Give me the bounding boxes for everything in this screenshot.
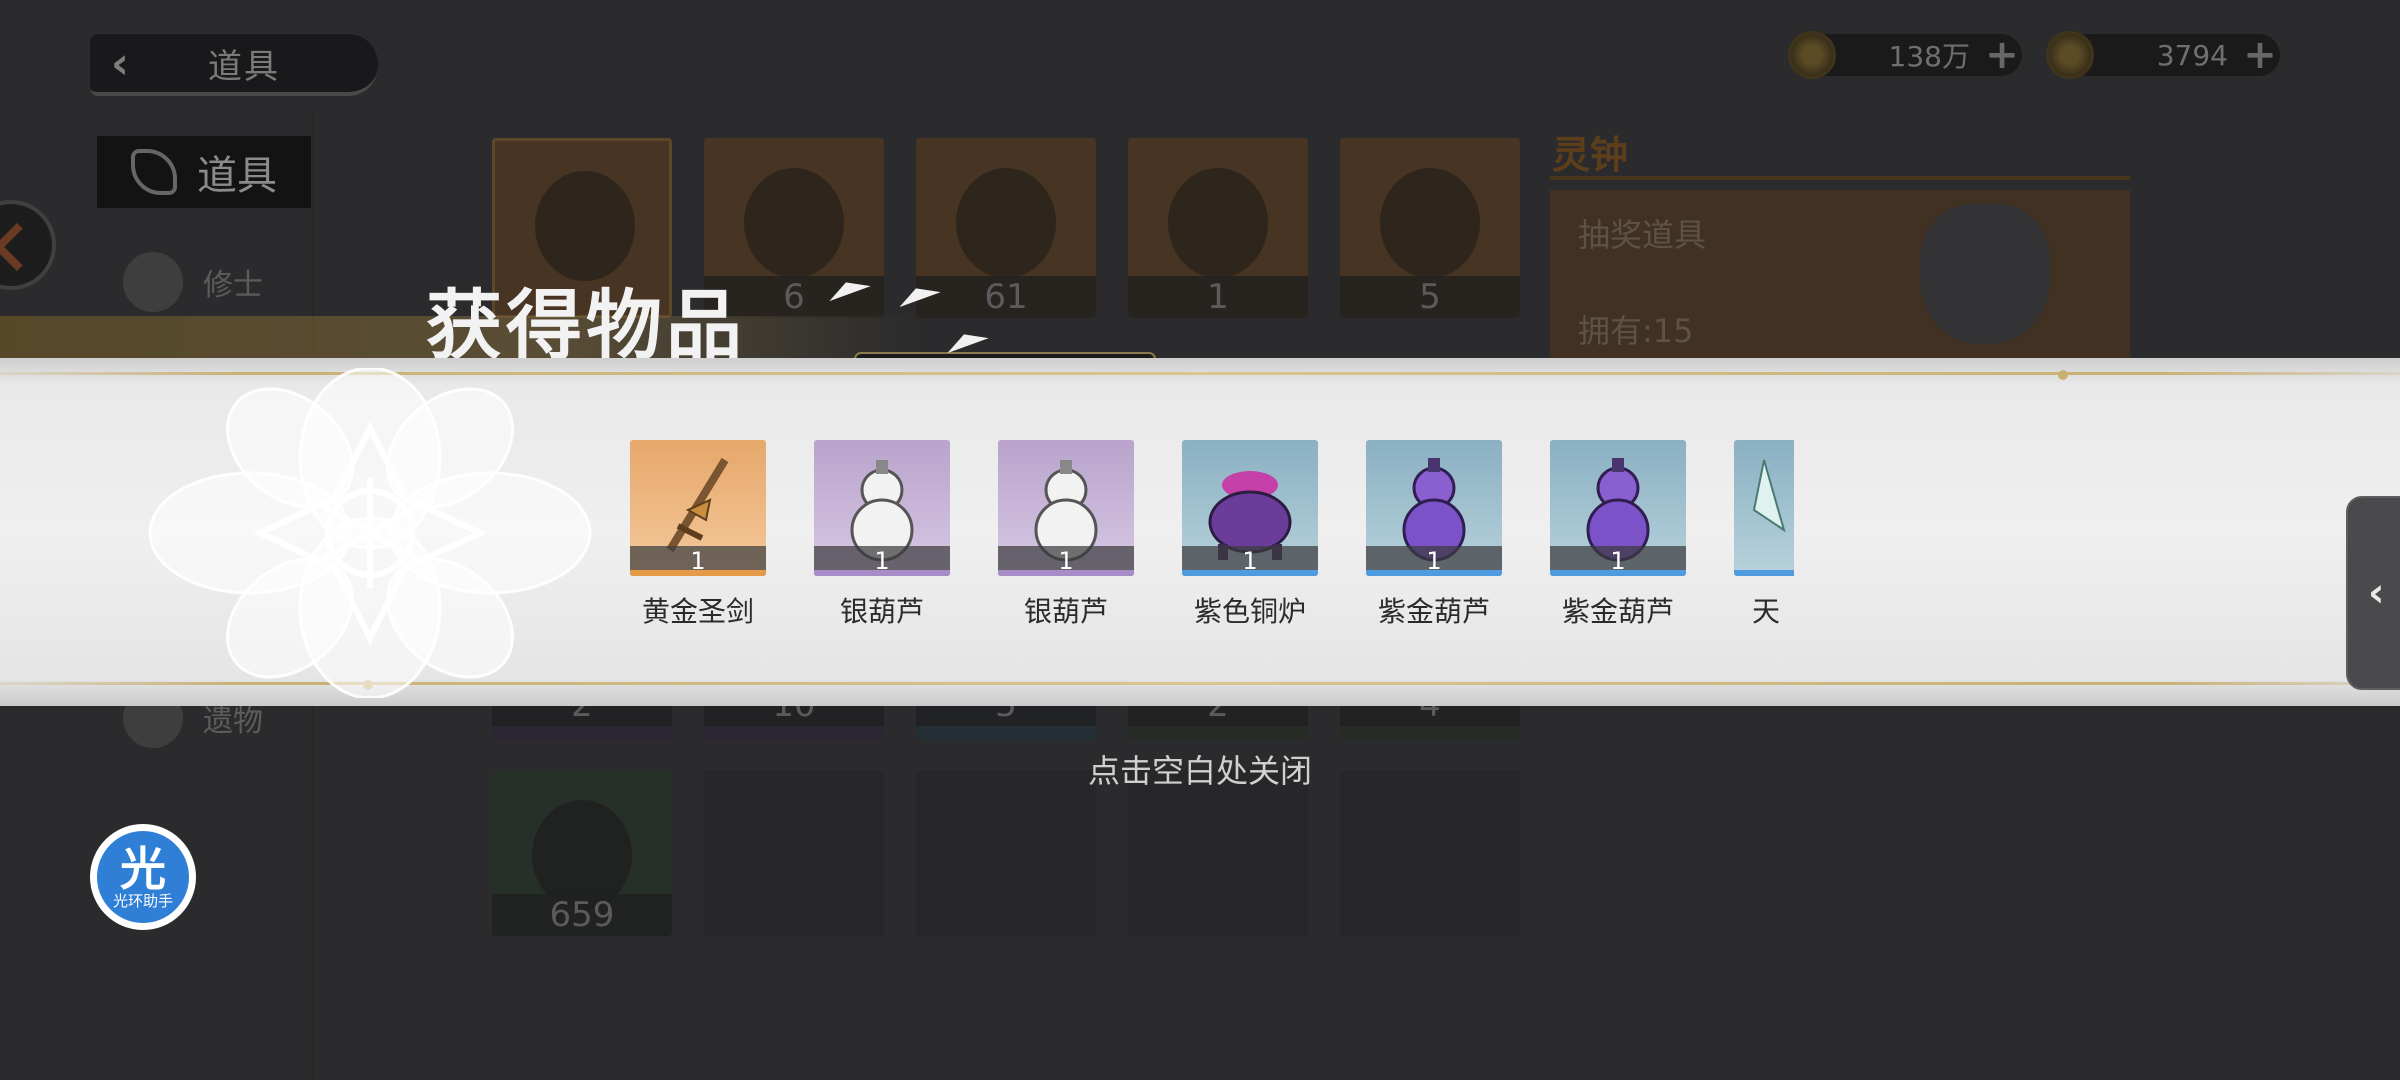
reward-name: 天 xyxy=(1752,595,1781,628)
reward-list[interactable]: 1 黄金圣剑 1 银葫芦 1 银葫芦 1 紫色铜炉 1 紫金葫芦 1 紫金葫芦 … xyxy=(630,440,1794,640)
reward-name: 银葫芦 xyxy=(1023,595,1108,628)
reward-name: 黄金圣剑 xyxy=(641,595,754,628)
rarity-stripe xyxy=(1550,570,1686,576)
reward-name: 紫金葫芦 xyxy=(1377,595,1490,628)
reward-item[interactable]: 1 紫金葫芦 xyxy=(1550,440,1686,630)
rarity-stripe xyxy=(630,570,766,576)
reward-card: 1 xyxy=(1182,440,1318,576)
flower-emblem-icon xyxy=(148,368,592,698)
reward-card: 1 xyxy=(998,440,1134,576)
right-drawer-handle[interactable]: ‹ xyxy=(2346,496,2400,690)
reward-item[interactable]: 1 银葫芦 xyxy=(998,440,1134,630)
reward-item[interactable]: 1 银葫芦 xyxy=(814,440,950,630)
assistant-floating-button[interactable]: 光 光环助手 xyxy=(90,824,196,930)
reward-name: 紫金葫芦 xyxy=(1561,595,1674,628)
game-screen: ‹ 道具 138万 + 3794 + 道具 修士 遗物 6 61 1 5 659… xyxy=(0,0,2400,1080)
reward-item[interactable]: 1 紫色铜炉 xyxy=(1182,440,1318,630)
reward-name: 银葫芦 xyxy=(839,595,924,628)
reward-item[interactable]: 天 xyxy=(1734,440,1794,630)
reward-card: 1 xyxy=(1366,440,1502,576)
reward-name: 紫色铜炉 xyxy=(1193,595,1306,628)
rarity-stripe xyxy=(814,570,950,576)
rarity-stripe xyxy=(998,570,1134,576)
sky-item-icon xyxy=(1752,459,1786,533)
reward-card: 1 xyxy=(630,440,766,576)
assistant-logo-icon: 光 光环助手 xyxy=(97,831,189,923)
reward-item[interactable]: 1 紫金葫芦 xyxy=(1366,440,1502,630)
rarity-stripe xyxy=(1734,570,1794,576)
reward-card xyxy=(1734,440,1794,576)
assistant-logo-char: 光 xyxy=(120,842,166,896)
banner-ornament xyxy=(2058,370,2068,380)
rarity-stripe xyxy=(1182,570,1318,576)
reward-card: 1 xyxy=(814,440,950,576)
rarity-stripe xyxy=(1366,570,1502,576)
chevron-left-icon: ‹ xyxy=(2368,570,2385,616)
assistant-logo-text: 光环助手 xyxy=(112,892,173,910)
close-hint: 点击空白处关闭 xyxy=(1087,752,1312,790)
reward-card: 1 xyxy=(1550,440,1686,576)
reward-item[interactable]: 1 黄金圣剑 xyxy=(630,440,766,630)
